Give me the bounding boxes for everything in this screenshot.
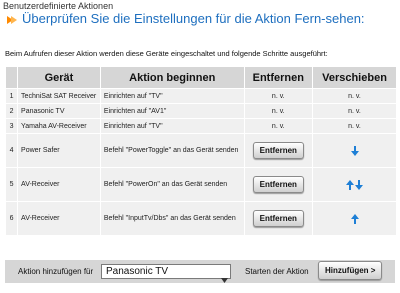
row-device: Power Safer <box>18 134 100 167</box>
col-move: Verschieben <box>313 67 396 88</box>
row-move-cell <box>313 168 396 201</box>
row-remove-cell: Entfernen <box>244 168 313 201</box>
row-number: 1 <box>6 89 18 103</box>
move-up-icon[interactable] <box>350 213 359 224</box>
row-number: 4 <box>6 134 18 167</box>
steps-table: Gerät Aktion beginnen Entfernen Verschie… <box>5 66 397 236</box>
row-action: Befehl "PowerToggle" an das Gerät senden <box>100 134 244 167</box>
device-select-value: Panasonic TV <box>106 266 169 277</box>
row-action: Einrichten auf "AV1" <box>100 104 244 118</box>
row-number: 6 <box>6 202 18 235</box>
remove-button[interactable]: Entfernen <box>252 142 304 159</box>
remove-button[interactable]: Entfernen <box>252 176 304 193</box>
start-action-label: Starten der Aktion <box>245 267 309 276</box>
row-action: Befehl "InputTv/Dbs" an das Gerät senden <box>100 202 244 235</box>
row-remove-cell: Entfernen <box>244 134 313 167</box>
row-number: 3 <box>6 119 18 133</box>
row-device: Panasonic TV <box>18 104 100 118</box>
row-action: Einrichten auf "TV" <box>100 119 244 133</box>
table-row: 4 Power Safer Befehl "PowerToggle" an da… <box>6 134 396 167</box>
row-device: AV-Receiver <box>18 202 100 235</box>
section-label: Benutzerdefinierte Aktionen <box>3 1 114 11</box>
intro-text: Beim Aufrufen dieser Aktion werden diese… <box>5 49 328 58</box>
row-device: TechniSat SAT Receiver <box>18 89 100 103</box>
table-row: 3 Yamaha AV-Receiver Einrichten auf "TV"… <box>6 119 396 133</box>
row-device: Yamaha AV-Receiver <box>18 119 100 133</box>
row-number: 2 <box>6 104 18 118</box>
col-action: Aktion beginnen <box>100 67 244 88</box>
col-number <box>6 67 18 88</box>
page-title: Überprüfen Sie die Einstellungen für die… <box>22 11 365 26</box>
add-button[interactable]: Hinzufügen > <box>318 261 383 280</box>
col-device: Gerät <box>18 67 100 88</box>
row-move-na: n. v. <box>313 89 396 103</box>
row-move-na: n. v. <box>313 119 396 133</box>
move-down-icon[interactable] <box>355 179 364 190</box>
add-action-bar: Aktion hinzufügen für Panasonic TV Start… <box>5 260 395 283</box>
chevron-down-icon <box>221 270 228 283</box>
row-move-na: n. v. <box>313 104 396 118</box>
row-remove-na: n. v. <box>244 119 313 133</box>
row-action: Befehl "PowerOn" an das Gerät senden <box>100 168 244 201</box>
row-remove-na: n. v. <box>244 89 313 103</box>
row-number: 5 <box>6 168 18 201</box>
table-row: 5 AV-Receiver Befehl "PowerOn" an das Ge… <box>6 168 396 201</box>
remove-button[interactable]: Entfernen <box>252 210 304 227</box>
row-remove-cell: Entfernen <box>244 202 313 235</box>
table-row: 2 Panasonic TV Einrichten auf "AV1" n. v… <box>6 104 396 118</box>
move-down-icon[interactable] <box>350 145 359 156</box>
row-device: AV-Receiver <box>18 168 100 201</box>
row-move-cell <box>313 134 396 167</box>
col-remove: Entfernen <box>244 67 313 88</box>
add-action-label: Aktion hinzufügen für <box>18 267 94 276</box>
move-up-icon[interactable] <box>345 179 354 190</box>
bullet-arrow-icon <box>6 13 18 27</box>
table-row: 1 TechniSat SAT Receiver Einrichten auf … <box>6 89 396 103</box>
table-row: 6 AV-Receiver Befehl "InputTv/Dbs" an da… <box>6 202 396 235</box>
row-action: Einrichten auf "TV" <box>100 89 244 103</box>
device-select[interactable]: Panasonic TV <box>101 264 231 283</box>
table-header-row: Gerät Aktion beginnen Entfernen Verschie… <box>6 67 396 88</box>
row-move-cell <box>313 202 396 235</box>
row-remove-na: n. v. <box>244 104 313 118</box>
